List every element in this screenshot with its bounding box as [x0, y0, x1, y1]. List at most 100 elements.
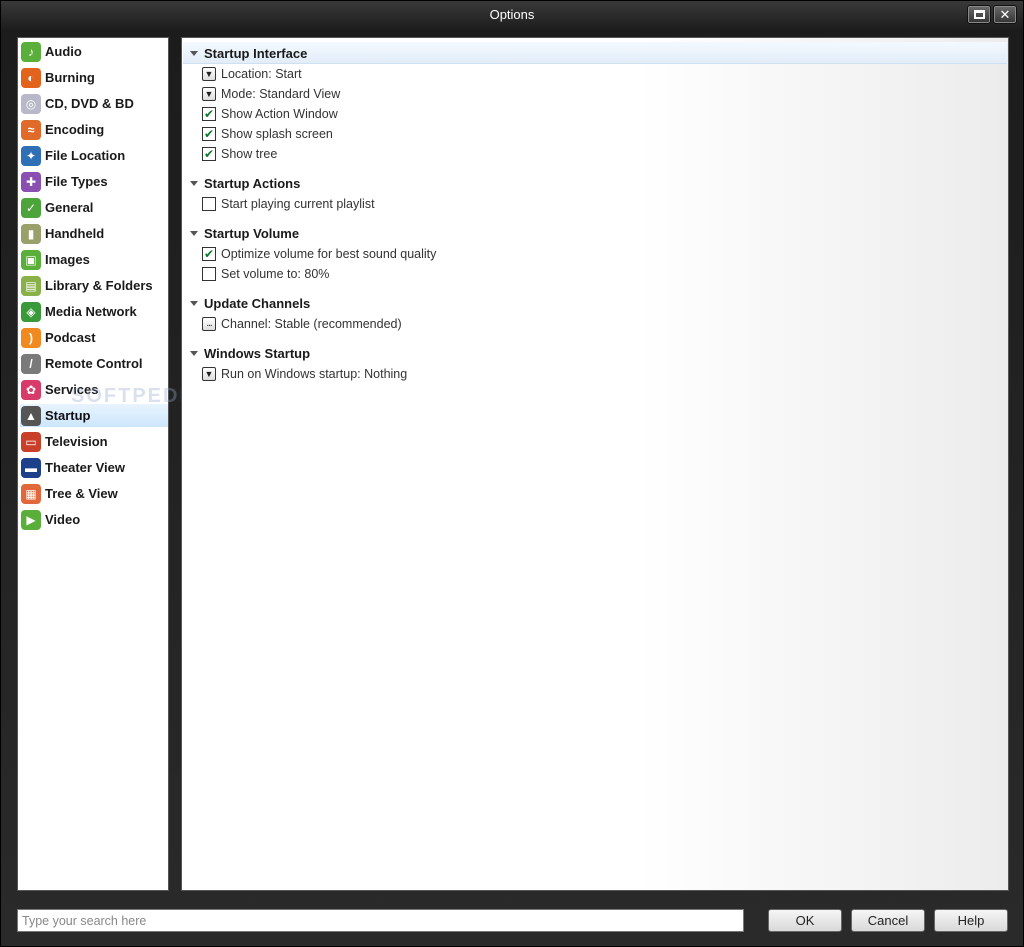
option-label: Start playing current playlist: [221, 197, 375, 211]
sidebar-item-images[interactable]: ▣ Images: [20, 248, 168, 271]
sidebar-item-label: Video: [45, 512, 81, 527]
ellipsis-button[interactable]: ...: [202, 317, 216, 331]
maximize-button[interactable]: [967, 5, 991, 24]
sidebar-item-label: Startup: [45, 408, 91, 423]
option-row[interactable]: Set volume to: 80%: [202, 265, 329, 283]
checkbox-checked[interactable]: ✔: [202, 127, 216, 141]
sidebar-item-television[interactable]: ▭ Television: [20, 430, 168, 453]
section-header[interactable]: Startup Interface: [190, 44, 307, 62]
dropdown-arrow-icon[interactable]: ▼: [202, 87, 216, 101]
option-row[interactable]: ✔ Show tree: [202, 145, 277, 163]
option-row[interactable]: ▼ Run on Windows startup: Nothing: [202, 365, 407, 383]
option-row[interactable]: ... Channel: Stable (recommended): [202, 315, 402, 333]
option-label: Run on Windows startup: Nothing: [221, 367, 408, 381]
option-row[interactable]: ▼ Location: Start: [202, 65, 302, 83]
checkbox-unchecked[interactable]: [202, 197, 216, 211]
sidebar-item-label: Podcast: [45, 330, 96, 345]
sidebar-item-label: Library & Folders: [45, 278, 153, 293]
collapse-triangle-icon: [190, 50, 198, 56]
option-row[interactable]: ✔ Show splash screen: [202, 125, 333, 143]
collapse-triangle-icon: [190, 350, 198, 356]
file-location-icon: ✦: [21, 145, 41, 166]
startup-icon: ▲: [21, 405, 41, 426]
checkbox-unchecked[interactable]: [202, 267, 216, 281]
sidebar-item-label: Audio: [45, 44, 82, 59]
sidebar-item-tree-view[interactable]: ▦ Tree & View: [20, 482, 168, 505]
cancel-button[interactable]: Cancel: [851, 909, 925, 932]
option-label: Location: Start: [221, 67, 302, 81]
option-row[interactable]: Start playing current playlist: [202, 195, 375, 213]
burning-icon: ◐: [21, 67, 41, 88]
handheld-icon: ▮: [21, 223, 41, 244]
option-row[interactable]: ✔ Optimize volume for best sound quality: [202, 245, 436, 263]
section-title: Startup Interface: [204, 45, 308, 61]
checkbox-checked[interactable]: ✔: [202, 107, 216, 121]
title-bar: Options: [1, 1, 1023, 31]
sidebar-item-general[interactable]: ✓ General: [20, 196, 168, 219]
sidebar-item-media-network[interactable]: ◈ Media Network: [20, 300, 168, 323]
section-title: Windows Startup: [204, 345, 311, 361]
section-header[interactable]: Windows Startup: [190, 344, 310, 362]
sidebar-item-label: Burning: [45, 70, 95, 85]
checkbox-checked[interactable]: ✔: [202, 247, 216, 261]
theater-view-icon: ▬: [21, 457, 41, 478]
sidebar-item-file-location[interactable]: ✦ File Location: [20, 144, 168, 167]
collapse-triangle-icon: [190, 180, 198, 186]
search-input[interactable]: [17, 909, 744, 932]
general-icon: ✓: [21, 197, 41, 218]
section-header[interactable]: Startup Volume: [190, 224, 299, 242]
sidebar-item-label: Remote Control: [45, 356, 143, 371]
section-header[interactable]: Startup Actions: [190, 174, 300, 192]
collapse-triangle-icon: [190, 300, 198, 306]
sidebar-item-label: Images: [45, 252, 90, 267]
sidebar-item-audio[interactable]: ♪ Audio: [20, 40, 168, 63]
option-row[interactable]: ✔ Show Action Window: [202, 105, 338, 123]
file-types-icon: ✚: [21, 171, 41, 192]
encoding-icon: ≈: [21, 119, 41, 140]
help-button[interactable]: Help: [934, 909, 1008, 932]
option-label: Show tree: [221, 147, 278, 161]
option-label: Show splash screen: [221, 127, 333, 141]
sidebar-item-cd-dvd-bd[interactable]: ◎ CD, DVD & BD: [20, 92, 168, 115]
library-icon: ▤: [21, 275, 41, 296]
sidebar-item-library-folders[interactable]: ▤ Library & Folders: [20, 274, 168, 297]
remote-control-icon: /: [21, 353, 41, 374]
section-title: Update Channels: [204, 295, 311, 311]
sidebar-item-label: CD, DVD & BD: [45, 96, 134, 111]
option-row[interactable]: ▼ Mode: Standard View: [202, 85, 340, 103]
options-panel: Startup Interface ▼ Location: Start ▼ Mode: …: [181, 37, 1009, 891]
sidebar-item-video[interactable]: ▶ Video: [20, 508, 168, 531]
option-label: Mode: Standard View: [221, 87, 341, 101]
sidebar-item-label: Media Network: [45, 304, 137, 319]
tree-view-icon: ▦: [21, 483, 41, 504]
media-network-icon: ◈: [21, 301, 41, 322]
dropdown-arrow-icon[interactable]: ▼: [202, 367, 216, 381]
options-category-list: ♪ Audio ◐ Burning ◎ CD, DVD & BD ≈ Encoding ✦ Fil…: [17, 37, 169, 891]
checkbox-checked[interactable]: ✔: [202, 147, 216, 161]
images-icon: ▣: [21, 249, 41, 270]
section-header[interactable]: Update Channels: [190, 294, 310, 312]
video-icon: ▶: [21, 509, 41, 530]
section-title: Startup Actions: [204, 175, 301, 191]
option-label: Set volume to: 80%: [221, 267, 330, 281]
sidebar-item-encoding[interactable]: ≈ Encoding: [20, 118, 168, 141]
sidebar-item-burning[interactable]: ◐ Burning: [20, 66, 168, 89]
sidebar-item-label: General: [45, 200, 94, 215]
sidebar-item-file-types[interactable]: ✚ File Types: [20, 170, 168, 193]
close-button[interactable]: ✕: [993, 5, 1017, 24]
disc-icon: ◎: [21, 93, 41, 114]
dropdown-arrow-icon[interactable]: ▼: [202, 67, 216, 81]
audio-icon: ♪: [21, 41, 41, 62]
sidebar-item-theater-view[interactable]: ▬ Theater View: [20, 456, 168, 479]
sidebar-item-handheld[interactable]: ▮ Handheld: [20, 222, 168, 245]
window-title: Options: [489, 7, 535, 22]
television-icon: ▭: [21, 431, 41, 452]
sidebar-item-podcast[interactable]: ) Podcast: [20, 326, 168, 349]
sidebar-item-remote-control[interactable]: / Remote Control: [20, 352, 168, 375]
options-window: Options ✕ ♪ Audio ◐ Burning ◎ CD, DVD & BD ≈ En…: [0, 0, 1024, 947]
ok-button[interactable]: OK: [768, 909, 842, 932]
option-label: Optimize volume for best sound quality: [221, 247, 437, 261]
collapse-triangle-icon: [190, 230, 198, 236]
maximize-icon: [973, 10, 985, 20]
podcast-icon: ): [21, 327, 41, 348]
